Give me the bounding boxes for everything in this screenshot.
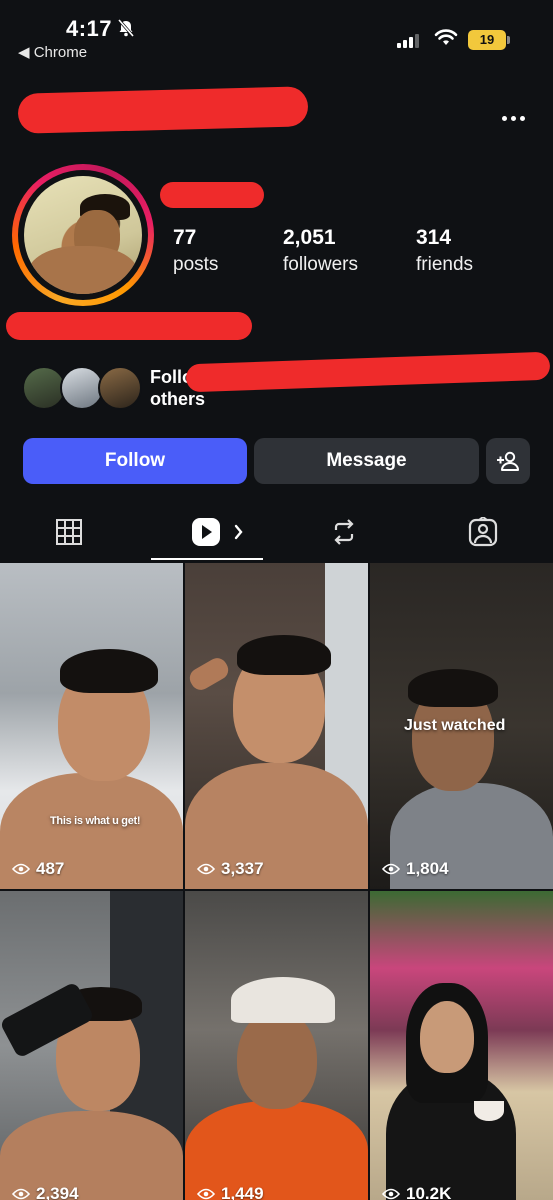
reel-tile[interactable]: 1,449 bbox=[185, 891, 368, 1200]
reel-view-count: 487 bbox=[12, 859, 64, 879]
reel-tile[interactable]: This is what u get! 487 bbox=[0, 563, 183, 889]
active-tab-indicator bbox=[151, 558, 263, 560]
reel-thumbnail bbox=[474, 1101, 504, 1121]
followers-count: 2,051 bbox=[283, 226, 336, 249]
posts-label: posts bbox=[173, 254, 219, 275]
friends-stat[interactable]: 314 friends bbox=[416, 226, 473, 276]
avatar-border bbox=[18, 170, 148, 300]
followers-label: followers bbox=[283, 254, 358, 275]
redacted-bio bbox=[6, 312, 252, 340]
grid-icon bbox=[56, 519, 82, 545]
tab-reels[interactable] bbox=[186, 512, 250, 552]
view-count-value: 3,337 bbox=[221, 859, 264, 878]
view-count-value: 1,449 bbox=[221, 1184, 264, 1200]
reel-view-count: 1,804 bbox=[382, 859, 449, 879]
view-count-value: 10.2K bbox=[406, 1184, 452, 1200]
reels-grid: This is what u get! 487 3,337 Just watch… bbox=[0, 563, 553, 1200]
dot bbox=[501, 115, 507, 121]
dot bbox=[510, 115, 516, 121]
eye-icon bbox=[197, 1188, 215, 1200]
followers-stat[interactable]: 2,051 followers bbox=[283, 226, 358, 276]
tab-reposts[interactable] bbox=[324, 512, 364, 552]
view-count-value: 2,394 bbox=[36, 1184, 79, 1200]
suggested-people-button[interactable] bbox=[486, 438, 530, 484]
follow-button[interactable]: Follow bbox=[23, 438, 247, 484]
profile-tabs bbox=[0, 500, 553, 562]
reel-view-count: 2,394 bbox=[12, 1184, 79, 1200]
reel-thumbnail bbox=[237, 635, 331, 675]
reel-tile[interactable]: 3,337 bbox=[185, 563, 368, 889]
reel-view-count: 1,449 bbox=[197, 1184, 264, 1200]
reel-thumbnail bbox=[237, 1009, 317, 1109]
posts-stat[interactable]: 77 posts bbox=[173, 226, 218, 276]
redacted-username bbox=[17, 86, 309, 134]
reel-tile[interactable]: Just watched 1,804 bbox=[370, 563, 553, 889]
reel-caption: This is what u get! bbox=[50, 815, 141, 827]
tab-grid[interactable] bbox=[49, 512, 89, 552]
reel-tile[interactable]: 2,394 bbox=[0, 891, 183, 1200]
eye-icon bbox=[197, 863, 215, 875]
status-bar: 4:17 ◀ Chrome 19 bbox=[0, 0, 553, 70]
eye-icon bbox=[12, 863, 30, 875]
add-person-icon bbox=[497, 451, 519, 471]
eye-icon bbox=[12, 1188, 30, 1200]
battery-indicator: 19 bbox=[468, 30, 510, 50]
message-button[interactable]: Message bbox=[254, 438, 479, 484]
reel-caption: Just watched bbox=[404, 717, 506, 734]
reel-thumbnail bbox=[231, 977, 335, 1023]
redacted-display-name bbox=[160, 182, 264, 208]
dot bbox=[519, 115, 525, 121]
reel-thumbnail bbox=[408, 669, 498, 707]
reel-thumbnail bbox=[420, 1001, 474, 1073]
reel-view-count: 10.2K bbox=[382, 1184, 451, 1200]
reel-thumbnail bbox=[60, 649, 158, 693]
cellular-signal-icon bbox=[397, 32, 419, 48]
reels-icon bbox=[192, 518, 243, 546]
mute-bell-icon bbox=[117, 19, 135, 37]
mutual-followers-avatars[interactable] bbox=[22, 366, 142, 412]
profile-avatar bbox=[24, 176, 142, 294]
back-to-chrome-link[interactable]: ◀ Chrome bbox=[18, 43, 87, 61]
view-count-value: 1,804 bbox=[406, 859, 449, 878]
friends-count: 314 bbox=[416, 226, 452, 249]
redacted-followers-names bbox=[185, 351, 551, 393]
tab-tagged[interactable] bbox=[463, 512, 503, 552]
mutual-avatar bbox=[98, 366, 142, 410]
tagged-icon bbox=[468, 517, 498, 547]
wifi-icon bbox=[434, 29, 458, 45]
reposts-icon bbox=[334, 519, 354, 545]
view-count-value: 487 bbox=[36, 859, 65, 878]
eye-icon bbox=[382, 1188, 400, 1200]
more-options-button[interactable] bbox=[496, 106, 530, 130]
profile-avatar-ring[interactable] bbox=[12, 164, 154, 306]
status-time: 4:17 bbox=[66, 16, 113, 41]
reel-tile[interactable]: 10.2K bbox=[370, 891, 553, 1200]
reel-view-count: 3,337 bbox=[197, 859, 264, 879]
friends-label: friends bbox=[416, 254, 474, 275]
eye-icon bbox=[382, 863, 400, 875]
reel-thumbnail bbox=[186, 654, 232, 694]
posts-count: 77 bbox=[173, 226, 197, 249]
